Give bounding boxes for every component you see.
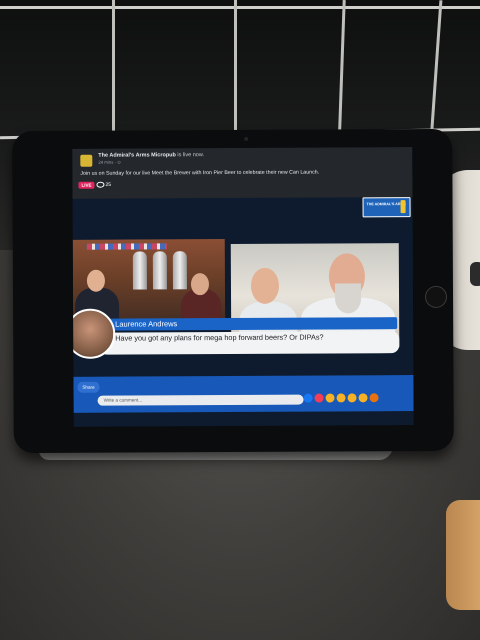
- bunting: [86, 243, 167, 250]
- page-name-text[interactable]: The Admiral's Arms Micropub: [98, 152, 176, 158]
- haha-reaction-icon[interactable]: [336, 393, 346, 403]
- wow-reaction-icon[interactable]: [347, 393, 357, 403]
- share-label: Share: [82, 384, 95, 390]
- page-avatar[interactable]: [80, 154, 93, 167]
- page-name[interactable]: The Admiral's Arms Micropub is live now.: [98, 152, 204, 159]
- love-reaction-icon[interactable]: [314, 393, 324, 403]
- share-button[interactable]: Share: [77, 381, 100, 393]
- like-reaction-icon[interactable]: [303, 393, 313, 403]
- sad-reaction-icon[interactable]: [358, 393, 368, 403]
- brewing-tank: [172, 251, 187, 290]
- brewing-tank: [132, 251, 147, 290]
- post-text: Join us on Sunday for our live Meet the …: [80, 169, 320, 177]
- care-reaction-icon[interactable]: [325, 393, 335, 403]
- tablet: The Admiral's Arms Micropub is live now.…: [12, 128, 454, 454]
- brand-logo: THE ADMIRAL'S ARMS: [362, 197, 411, 218]
- comment-input[interactable]: Write a comment...: [97, 394, 304, 406]
- appliance-knob: [470, 262, 480, 286]
- facebook-live-screen: The Admiral's Arms Micropub is live now.…: [72, 147, 414, 427]
- live-badge: LIVE: [78, 181, 95, 189]
- eye-icon: [96, 181, 105, 188]
- tile-grout: [0, 6, 480, 9]
- comment-text: Have you got any plans for mega hop forw…: [115, 332, 324, 343]
- person-left-head: [86, 269, 106, 292]
- live-status-text: is live now.: [177, 152, 205, 159]
- beard: [334, 283, 362, 314]
- post-time: 24 mins · ⊙: [98, 159, 121, 165]
- commenter-name[interactable]: Laurence Andrews: [115, 319, 177, 328]
- person-woman-head: [250, 267, 280, 304]
- angry-reaction-icon[interactable]: [369, 393, 379, 403]
- brewing-tank: [152, 251, 167, 290]
- home-button[interactable]: [424, 285, 448, 308]
- wooden-board: [446, 500, 480, 610]
- viewer-count: 25: [96, 181, 112, 188]
- reaction-bar: [303, 389, 381, 403]
- person-right-head: [190, 273, 210, 296]
- viewer-count-value: 25: [105, 181, 112, 188]
- tablet-camera: [244, 136, 249, 141]
- brand-logo-mark: [400, 200, 406, 214]
